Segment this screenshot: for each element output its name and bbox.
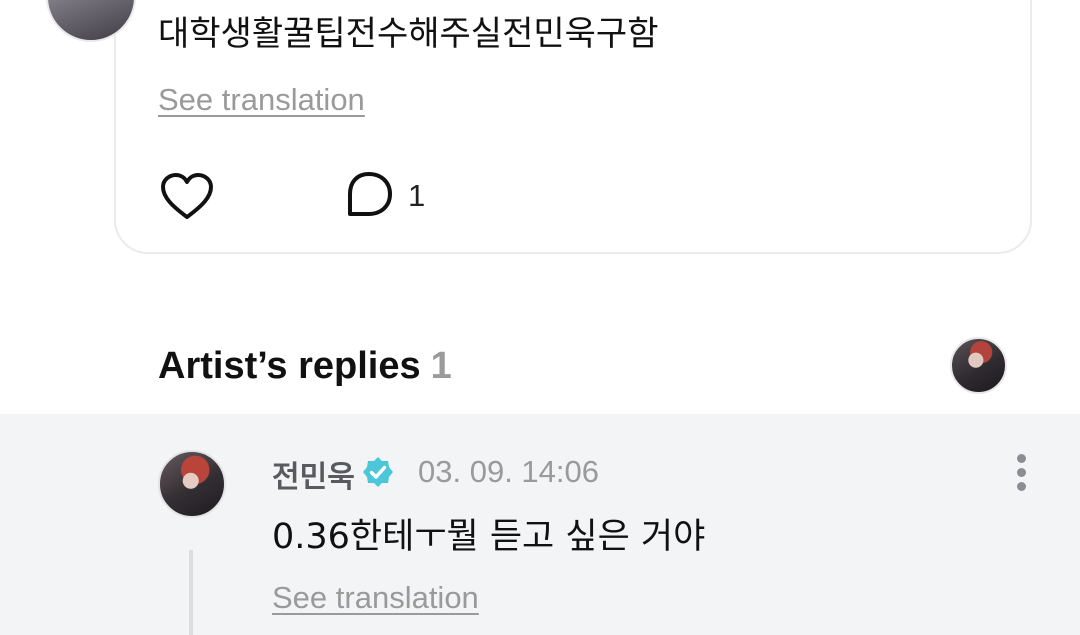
more-vertical-icon: [1017, 454, 1026, 463]
post-text: 대학생활꿀팁전수해주실전민욱구함: [158, 14, 659, 54]
thread-line: [189, 550, 193, 635]
heart-outline-icon: [161, 173, 213, 219]
artist-replies-screen: 대학생활꿀팁전수해주실전민욱구함 See translation 1 Artis…: [0, 0, 1080, 635]
more-options-button[interactable]: [1008, 452, 1036, 492]
comment-count: 1: [408, 178, 426, 213]
section-title: Artist’s replies 1: [158, 345, 452, 388]
reply-timestamp: 03. 09. 14:06: [418, 454, 599, 489]
comment-button[interactable]: [344, 170, 394, 220]
post-see-translation-link[interactable]: See translation: [158, 82, 365, 118]
reply-see-translation-link[interactable]: See translation: [272, 580, 479, 616]
artist-avatar-small[interactable]: [950, 337, 1007, 394]
reply-author-name[interactable]: 전민욱: [272, 452, 355, 496]
section-reply-count: 1: [430, 345, 452, 387]
like-button[interactable]: [160, 172, 214, 222]
artist-reply: 전민욱 03. 09. 14:06 0.36한테ㅜ뭘 듣고 싶은 거야 See …: [0, 414, 1080, 635]
reply-author-avatar[interactable]: [158, 450, 226, 518]
reply-text: 0.36한테ㅜ뭘 듣고 싶은 거야: [272, 517, 706, 557]
comment-bubble-icon: [348, 172, 392, 216]
verified-badge-icon: [363, 457, 393, 487]
section-title-label: Artist’s replies: [158, 345, 421, 387]
